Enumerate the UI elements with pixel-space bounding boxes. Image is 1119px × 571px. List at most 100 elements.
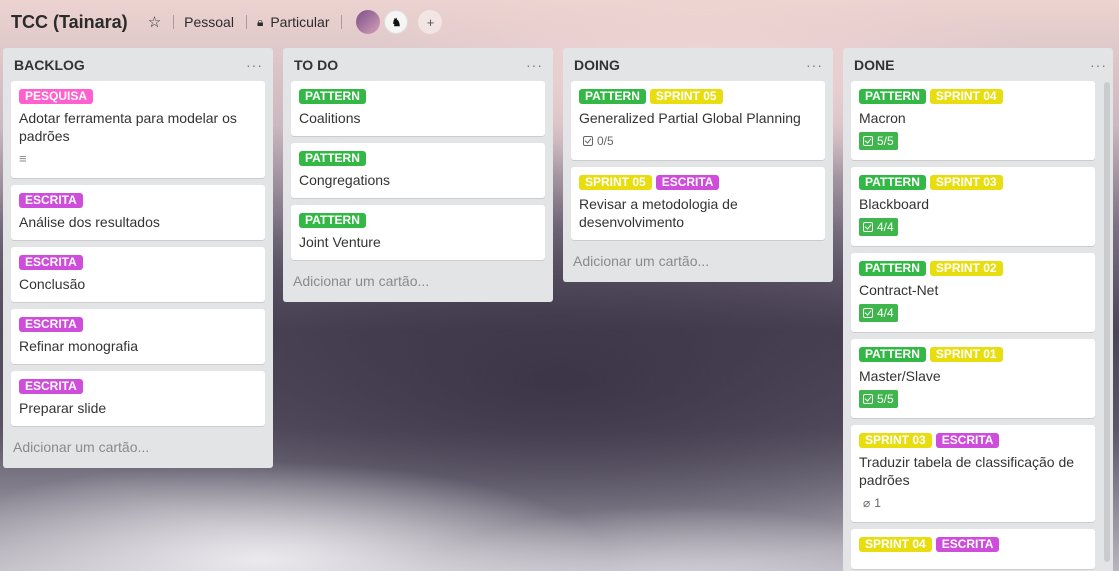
label-sprint: SPRINT 01 xyxy=(929,347,1003,362)
divider xyxy=(245,15,247,29)
avatar[interactable] xyxy=(356,10,381,34)
member-avatars: ♞ + xyxy=(356,10,446,34)
divider xyxy=(173,15,175,29)
card-gpgp[interactable]: PATTERN SPRINT 05 Generalized Partial Gl… xyxy=(571,81,825,160)
card-blackboard[interactable]: PATTERN SPRINT 03 Blackboard 4/4 xyxy=(851,167,1095,246)
ellipsis-icon[interactable]: ··· xyxy=(526,57,543,73)
card-labels: ESCRITA xyxy=(19,255,257,270)
list-todo: TO DO ··· PATTERN Coalitions PATTERN Con… xyxy=(283,48,553,302)
ellipsis-icon[interactable]: ··· xyxy=(246,57,263,73)
label-pattern: PATTERN xyxy=(299,151,366,166)
label-escrita: ESCRITA xyxy=(19,379,83,394)
card-labels: ESCRITA xyxy=(19,317,257,332)
card-analise-resultados[interactable]: ESCRITA Análise dos resultados xyxy=(11,185,265,240)
checklist-count: 5/5 xyxy=(877,134,894,148)
label-pattern: PATTERN xyxy=(859,261,926,276)
card-labels: PATTERN SPRINT 02 xyxy=(859,261,1087,276)
card-joint-venture[interactable]: PATTERN Joint Venture xyxy=(291,205,545,260)
label-escrita: ESCRITA xyxy=(19,317,83,332)
label-escrita: ESCRITA xyxy=(935,433,1000,448)
team-button[interactable]: Pessoal xyxy=(184,14,234,30)
card-refinar-monografia[interactable]: ESCRITA Refinar monografia xyxy=(11,309,265,364)
card-adotar-ferramenta[interactable]: PESQUISA Adotar ferramenta para modelar … xyxy=(11,81,265,178)
label-escrita: ESCRITA xyxy=(19,193,83,208)
card-traduzir-tabela[interactable]: SPRINT 03 ESCRITA Traduzir tabela de cla… xyxy=(851,425,1095,522)
card-sprint04-escrita[interactable]: SPRINT 04 ESCRITA xyxy=(851,529,1095,569)
label-sprint: SPRINT 05 xyxy=(649,89,723,104)
checklist-icon xyxy=(863,222,873,232)
card-congregations[interactable]: PATTERN Congregations xyxy=(291,143,545,198)
paperclip-icon: ⌀ xyxy=(863,496,871,510)
card-labels: PATTERN xyxy=(299,89,537,104)
card-labels: SPRINT 04 ESCRITA xyxy=(859,537,1087,552)
card-revisar-metodologia[interactable]: SPRINT 05 ESCRITA Revisar a metodologia … xyxy=(571,167,825,240)
label-pattern: PATTERN xyxy=(859,347,926,362)
checklist-count: 4/4 xyxy=(877,220,894,234)
add-member-icon[interactable]: + xyxy=(418,10,443,34)
visibility-button[interactable]: Particular xyxy=(270,14,329,30)
add-card-button[interactable]: Adicionar um cartão... xyxy=(11,433,265,464)
avatar[interactable]: ♞ xyxy=(384,10,409,34)
card-master-slave[interactable]: PATTERN SPRINT 01 Master/Slave 5/5 xyxy=(851,339,1095,418)
card-badges: 4/4 xyxy=(859,218,1087,236)
card-title: Revisar a metodologia de desenvolvimento xyxy=(579,196,738,230)
card-labels: PATTERN SPRINT 01 xyxy=(859,347,1087,362)
card-contract-net[interactable]: PATTERN SPRINT 02 Contract-Net 4/4 xyxy=(851,253,1095,332)
card-title: Refinar monografia xyxy=(19,338,139,354)
ellipsis-icon[interactable]: ··· xyxy=(806,57,823,73)
label-escrita: ESCRITA xyxy=(935,537,1000,552)
card-macron[interactable]: PATTERN SPRINT 04 Macron 5/5 xyxy=(851,81,1095,160)
card-labels: SPRINT 05 ESCRITA xyxy=(579,175,817,190)
card-labels: PATTERN SPRINT 04 xyxy=(859,89,1087,104)
star-icon[interactable]: ☆ xyxy=(148,13,161,31)
card-badges: 5/5 xyxy=(859,390,1087,408)
list-title[interactable]: DOING xyxy=(574,57,620,73)
card-badges: 4/4 xyxy=(859,304,1087,322)
list-header: TO DO ··· xyxy=(291,48,545,81)
divider xyxy=(341,15,343,29)
list-title[interactable]: DONE xyxy=(854,57,894,73)
label-pattern: PATTERN xyxy=(299,89,366,104)
label-pattern: PATTERN xyxy=(579,89,646,104)
list-scrollbar[interactable] xyxy=(1104,82,1110,562)
add-card-button[interactable]: Adicionar um cartão... xyxy=(291,267,545,298)
add-card-button[interactable]: Adicionar um cartão... xyxy=(571,247,825,278)
checklist-count: 4/4 xyxy=(877,306,894,320)
list-title[interactable]: BACKLOG xyxy=(14,57,85,73)
card-badges: 5/5 xyxy=(859,132,1087,150)
card-title: Master/Slave xyxy=(859,368,941,384)
list-header: BACKLOG ··· xyxy=(11,48,265,81)
card-labels: PESQUISA xyxy=(19,89,257,104)
card-title: Macron xyxy=(859,110,906,126)
card-conclusao[interactable]: ESCRITA Conclusão xyxy=(11,247,265,302)
checklist-badge: 4/4 xyxy=(859,304,898,322)
card-coalitions[interactable]: PATTERN Coalitions xyxy=(291,81,545,136)
checklist-icon xyxy=(863,394,873,404)
list-title[interactable]: TO DO xyxy=(294,57,338,73)
card-title: Coalitions xyxy=(299,110,361,126)
card-badges: 0/5 xyxy=(579,132,817,150)
card-preparar-slide[interactable]: ESCRITA Preparar slide xyxy=(11,371,265,426)
card-title: Traduzir tabela de classificação de padr… xyxy=(859,454,1075,488)
card-badges: ⌀ 1 xyxy=(859,494,1087,512)
card-title: Conclusão xyxy=(19,276,86,292)
card-labels: ESCRITA xyxy=(19,193,257,208)
description-icon: ≡ xyxy=(19,151,27,166)
card-labels: SPRINT 03 ESCRITA xyxy=(859,433,1087,448)
card-title: Adotar ferramenta para modelar os padrõe… xyxy=(19,110,237,144)
list-doing: DOING ··· PATTERN SPRINT 05 Generalized … xyxy=(563,48,833,282)
list-header: DONE ··· xyxy=(851,48,1106,81)
label-pattern: PATTERN xyxy=(299,213,366,228)
label-sprint: SPRINT 04 xyxy=(929,89,1003,104)
label-pattern: PATTERN xyxy=(859,175,926,190)
card-labels: PATTERN xyxy=(299,213,537,228)
list-header: DOING ··· xyxy=(571,48,825,81)
ellipsis-icon[interactable]: ··· xyxy=(1090,57,1107,73)
card-labels: ESCRITA xyxy=(19,379,257,394)
card-title: Joint Venture xyxy=(299,234,381,250)
checklist-badge: 5/5 xyxy=(859,132,898,150)
checklist-icon xyxy=(863,308,873,318)
card-badges: ≡ xyxy=(19,150,257,168)
label-sprint: SPRINT 05 xyxy=(579,175,652,190)
board-title[interactable]: TCC (Tainara) xyxy=(11,12,128,33)
